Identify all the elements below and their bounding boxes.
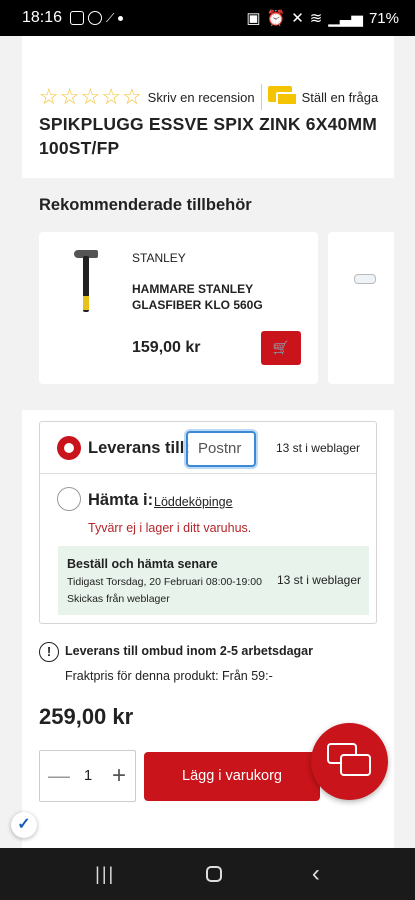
add-to-cart-button[interactable]: 🛒 bbox=[261, 331, 301, 365]
battery-saver-icon: ▣ bbox=[246, 10, 261, 27]
order-later-title: Beställ och hämta senare bbox=[67, 557, 218, 571]
review-row: ☆ ☆ ☆ ☆ ☆ Skriv en recension Ställ en fr… bbox=[39, 84, 378, 110]
order-later-box: Beställ och hämta senare Tidigast Torsda… bbox=[58, 546, 369, 615]
order-later-time: Tidigast Torsdag, 20 Februari 08:00-19:0… bbox=[67, 576, 262, 588]
product-price: 259,00 kr bbox=[39, 704, 134, 729]
alarm-icon: ⏰ bbox=[266, 10, 286, 27]
agent-delivery-text: Leverans till ombud inom 2-5 arbetsdagar bbox=[65, 644, 313, 658]
divider bbox=[260, 84, 262, 110]
quantity-stepper: — 1 + bbox=[39, 750, 136, 802]
battery-level: 71% bbox=[368, 9, 399, 27]
back-icon[interactable]: ‹ bbox=[312, 860, 320, 888]
spotify-icon bbox=[88, 11, 103, 25]
rating-stars[interactable]: ☆ ☆ ☆ ☆ ☆ bbox=[39, 86, 142, 108]
signal-icon: ▁▃▅ bbox=[328, 10, 363, 27]
recent-apps-icon[interactable]: ||| bbox=[95, 864, 115, 885]
home-icon[interactable] bbox=[205, 866, 222, 882]
quantity-minus-button[interactable]: — bbox=[46, 763, 72, 789]
quantity-value[interactable]: 1 bbox=[78, 767, 98, 784]
order-later-stock: 13 st i weblager bbox=[276, 573, 361, 587]
notification-icons: ⟋ bbox=[70, 10, 124, 26]
web-stock-text: 13 st i weblager bbox=[275, 441, 360, 455]
info-icon: ! bbox=[39, 642, 59, 662]
status-bar: 18:16 ⟋ ▣ ⏰ ✕ ≋ ▁▃▅ 71% bbox=[0, 0, 415, 36]
navigation-bar: ||| ‹ bbox=[0, 848, 415, 900]
ask-question-link[interactable]: Ställ en fråga bbox=[302, 90, 379, 105]
cart-icon: 🛒 bbox=[272, 340, 290, 355]
status-right: ▣ ⏰ ✕ ≋ ▁▃▅ 71% bbox=[246, 9, 399, 28]
star-icon: ☆ bbox=[39, 84, 59, 109]
delivery-label: Leverans till: bbox=[88, 439, 190, 457]
question-chat-icon bbox=[267, 86, 298, 108]
pickup-radio[interactable] bbox=[57, 487, 81, 511]
navigation-icon: ⟋ bbox=[106, 10, 115, 25]
recommended-card[interactable]: STANLEY HAMMARE STANLEY GLASFIBER KLO 56… bbox=[39, 232, 318, 384]
recommended-brand: STANLEY bbox=[132, 251, 186, 265]
postcode-input[interactable]: Postnr bbox=[186, 431, 256, 467]
gallery-icon bbox=[70, 11, 85, 25]
order-later-ship: Skickas från weblager bbox=[67, 593, 170, 605]
write-review-link[interactable]: Skriv en recension bbox=[148, 90, 255, 105]
verified-badge-icon[interactable]: ✓ bbox=[11, 812, 37, 838]
mute-icon: ✕ bbox=[291, 10, 304, 27]
quantity-plus-button[interactable]: + bbox=[106, 763, 132, 789]
star-icon: ☆ bbox=[121, 84, 142, 109]
pickup-label: Hämta i: bbox=[88, 491, 154, 509]
safety-glasses-image bbox=[354, 274, 376, 284]
status-time: 18:16 bbox=[22, 9, 63, 26]
out-of-stock-message: Tyvärr ej i lager i ditt varuhus. bbox=[88, 521, 252, 535]
recommended-card[interactable] bbox=[328, 232, 394, 384]
recommended-price: 159,00 kr bbox=[132, 339, 201, 356]
star-icon: ☆ bbox=[80, 84, 101, 109]
wifi-icon: ≋ bbox=[309, 10, 323, 27]
star-icon: ☆ bbox=[59, 84, 80, 109]
freight-price-text: Fraktpris för denna produkt: Från 59:- bbox=[65, 669, 273, 683]
delivery-row: Leverans till: Postnr 13 st i weblager bbox=[40, 422, 376, 474]
delivery-options: Leverans till: Postnr 13 st i weblager H… bbox=[39, 421, 377, 624]
chat-button[interactable] bbox=[311, 723, 388, 800]
hammer-product-image bbox=[72, 250, 106, 312]
recommended-name[interactable]: HAMMARE STANLEY GLASFIBER KLO 560G bbox=[132, 281, 282, 313]
add-to-cart-main-button[interactable]: Lägg i varukorg bbox=[144, 752, 320, 801]
star-icon: ☆ bbox=[101, 84, 121, 109]
recommended-heading: Rekommenderade tillbehör bbox=[39, 196, 252, 214]
chat-bubble-icon bbox=[340, 754, 371, 776]
delivery-radio[interactable] bbox=[57, 436, 81, 460]
product-title: SPIKPLUGG ESSVE SPIX ZINK 6X40MM 100ST/F… bbox=[39, 114, 378, 158]
more-notifications-icon bbox=[118, 15, 124, 21]
store-link[interactable]: Löddeköpinge bbox=[154, 495, 233, 509]
